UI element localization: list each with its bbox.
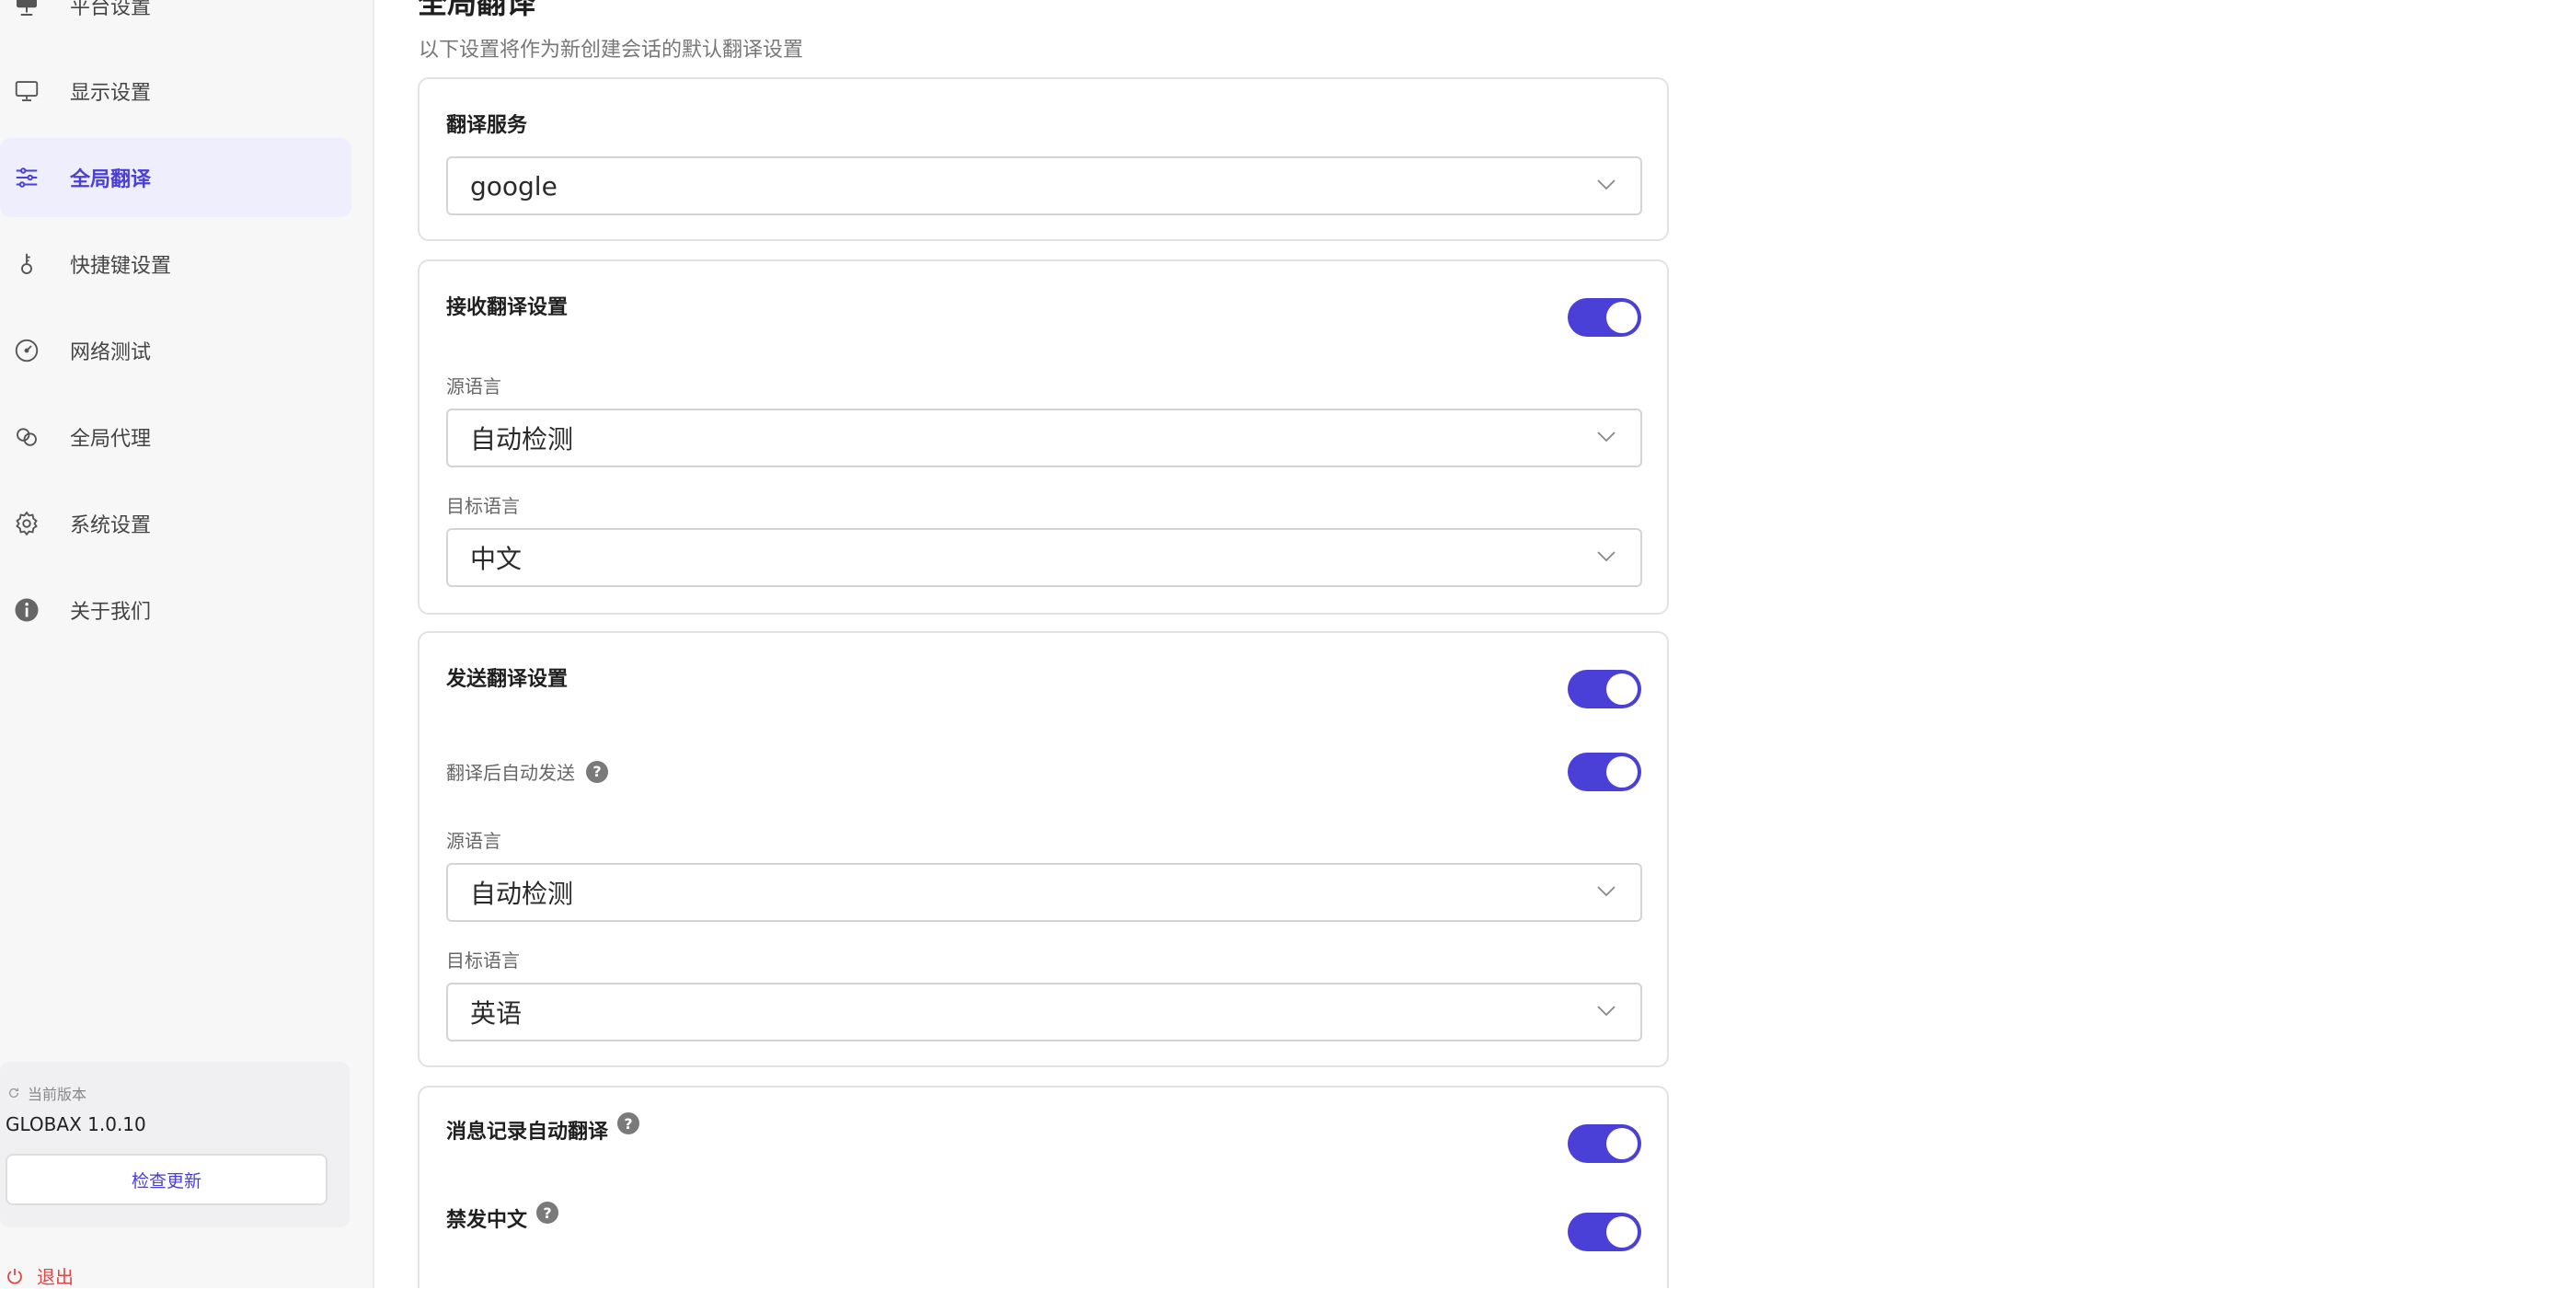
sidebar-item-network-test[interactable]: 网络测试 [0,311,351,390]
toggle-knob [1606,673,1638,705]
select-value: 中文 [470,544,523,574]
toggle-knob [1606,1216,1638,1248]
key-icon [11,248,42,280]
sidebar-item-label: 系统设置 [70,514,152,537]
sliders-icon [11,162,42,193]
version-card: 当前版本 GLOBAX 1.0.10 检查更新 [0,1062,350,1227]
source-language-label: 源语言 [446,375,501,397]
receive-source-language-select[interactable]: 自动检测 [446,409,1642,467]
help-icon[interactable]: ? [617,1112,640,1134]
send-source-language-select[interactable]: 自动检测 [446,863,1642,922]
sidebar-item-label: 平台设置 [70,0,152,19]
speedometer-icon [11,335,42,366]
check-update-button[interactable]: 检查更新 [6,1154,328,1205]
toggle-knob [1606,302,1638,333]
version-caption: 当前版本 [7,1082,86,1104]
sidebar-item-platform-settings[interactable]: 平台设置 [0,0,351,45]
source-language-label: 源语言 [446,830,501,852]
version-value: GLOBAX 1.0.10 [6,1113,146,1135]
chevron-down-icon [1597,551,1616,562]
help-icon[interactable]: ? [586,760,608,783]
toggle-knob [1606,1128,1638,1159]
chevron-down-icon [1597,1006,1616,1017]
info-icon [11,594,42,626]
history-auto-translate-label: 消息记录自动翻译 ? [446,1112,640,1145]
history-auto-translate-toggle[interactable] [1568,1124,1641,1163]
ban-chinese-toggle[interactable] [1568,1213,1641,1251]
monitor-stand-icon [11,0,42,21]
ban-chinese-label: 禁发中文 ? [446,1202,559,1233]
card-title: 翻译服务 [446,114,528,137]
translation-service-select[interactable]: google [446,156,1642,215]
sidebar-item-label: 全局代理 [70,428,152,451]
auto-send-label: 翻译后自动发送 ? [446,758,608,785]
card-title: 发送翻译设置 [446,668,569,691]
send-translation-toggle[interactable] [1568,670,1641,708]
select-value: 自动检测 [470,879,574,909]
monitor-icon [11,75,42,107]
sidebar-item-global-proxy[interactable]: 全局代理 [0,397,351,477]
logout-label: 退出 [37,1266,74,1288]
refresh-icon [8,1088,19,1098]
chevron-down-icon [1597,179,1616,190]
receive-target-language-select[interactable]: 中文 [446,528,1642,587]
sidebar-item-label: 显示设置 [70,82,152,105]
power-icon [7,1268,22,1284]
help-icon[interactable]: ? [536,1202,559,1224]
receive-translation-toggle[interactable] [1568,298,1641,337]
ban-chinese-text: 禁发中文 [446,1209,528,1232]
history-auto-translate-text: 消息记录自动翻译 [446,1121,609,1144]
auto-send-label-text: 翻译后自动发送 [446,762,575,784]
page-title: 全局翻译 [418,0,536,20]
translation-service-card: 翻译服务 google [418,77,1669,241]
target-language-label: 目标语言 [446,495,520,517]
select-value: 英语 [470,998,523,1029]
card-title: 接收翻译设置 [446,296,569,319]
sidebar-item-label: 关于我们 [70,601,152,624]
link-icon [11,421,42,453]
auto-send-toggle[interactable] [1568,753,1641,791]
sidebar-item-global-translate[interactable]: 全局翻译 [0,138,351,217]
logout-button[interactable]: 退出 [6,1262,74,1289]
message-settings-card: 消息记录自动翻译 ? 禁发中文 ? [418,1086,1669,1288]
select-value: google [470,170,558,201]
gear-icon [11,508,42,539]
sidebar-item-system-settings[interactable]: 系统设置 [0,484,351,563]
page-subtitle: 以下设置将作为新创建会话的默认翻译设置 [419,39,804,62]
sidebar-item-display-settings[interactable]: 显示设置 [0,52,351,131]
receive-translation-card: 接收翻译设置 源语言 自动检测 目标语言 中文 [418,259,1669,615]
send-target-language-select[interactable]: 英语 [446,983,1642,1042]
version-caption-text: 当前版本 [28,1086,87,1103]
select-value: 自动检测 [470,424,574,455]
sidebar-item-about-us[interactable]: 关于我们 [0,570,351,650]
chevron-down-icon [1597,886,1616,897]
toggle-knob [1606,756,1638,788]
send-translation-card: 发送翻译设置 翻译后自动发送 ? 源语言 自动检测 目标语言 英语 [418,631,1669,1067]
sidebar-item-label: 网络测试 [70,341,152,364]
chevron-down-icon [1597,432,1616,443]
sidebar-item-label: 快捷键设置 [70,255,172,278]
sidebar: 平台设置 显示设置 全局翻译 快捷键设置 网络测试 全局代理 系统设置 关于我们… [0,0,374,1288]
target-language-label: 目标语言 [446,949,520,972]
sidebar-item-label: 全局翻译 [70,168,152,191]
sidebar-item-shortcuts[interactable]: 快捷键设置 [0,224,351,304]
